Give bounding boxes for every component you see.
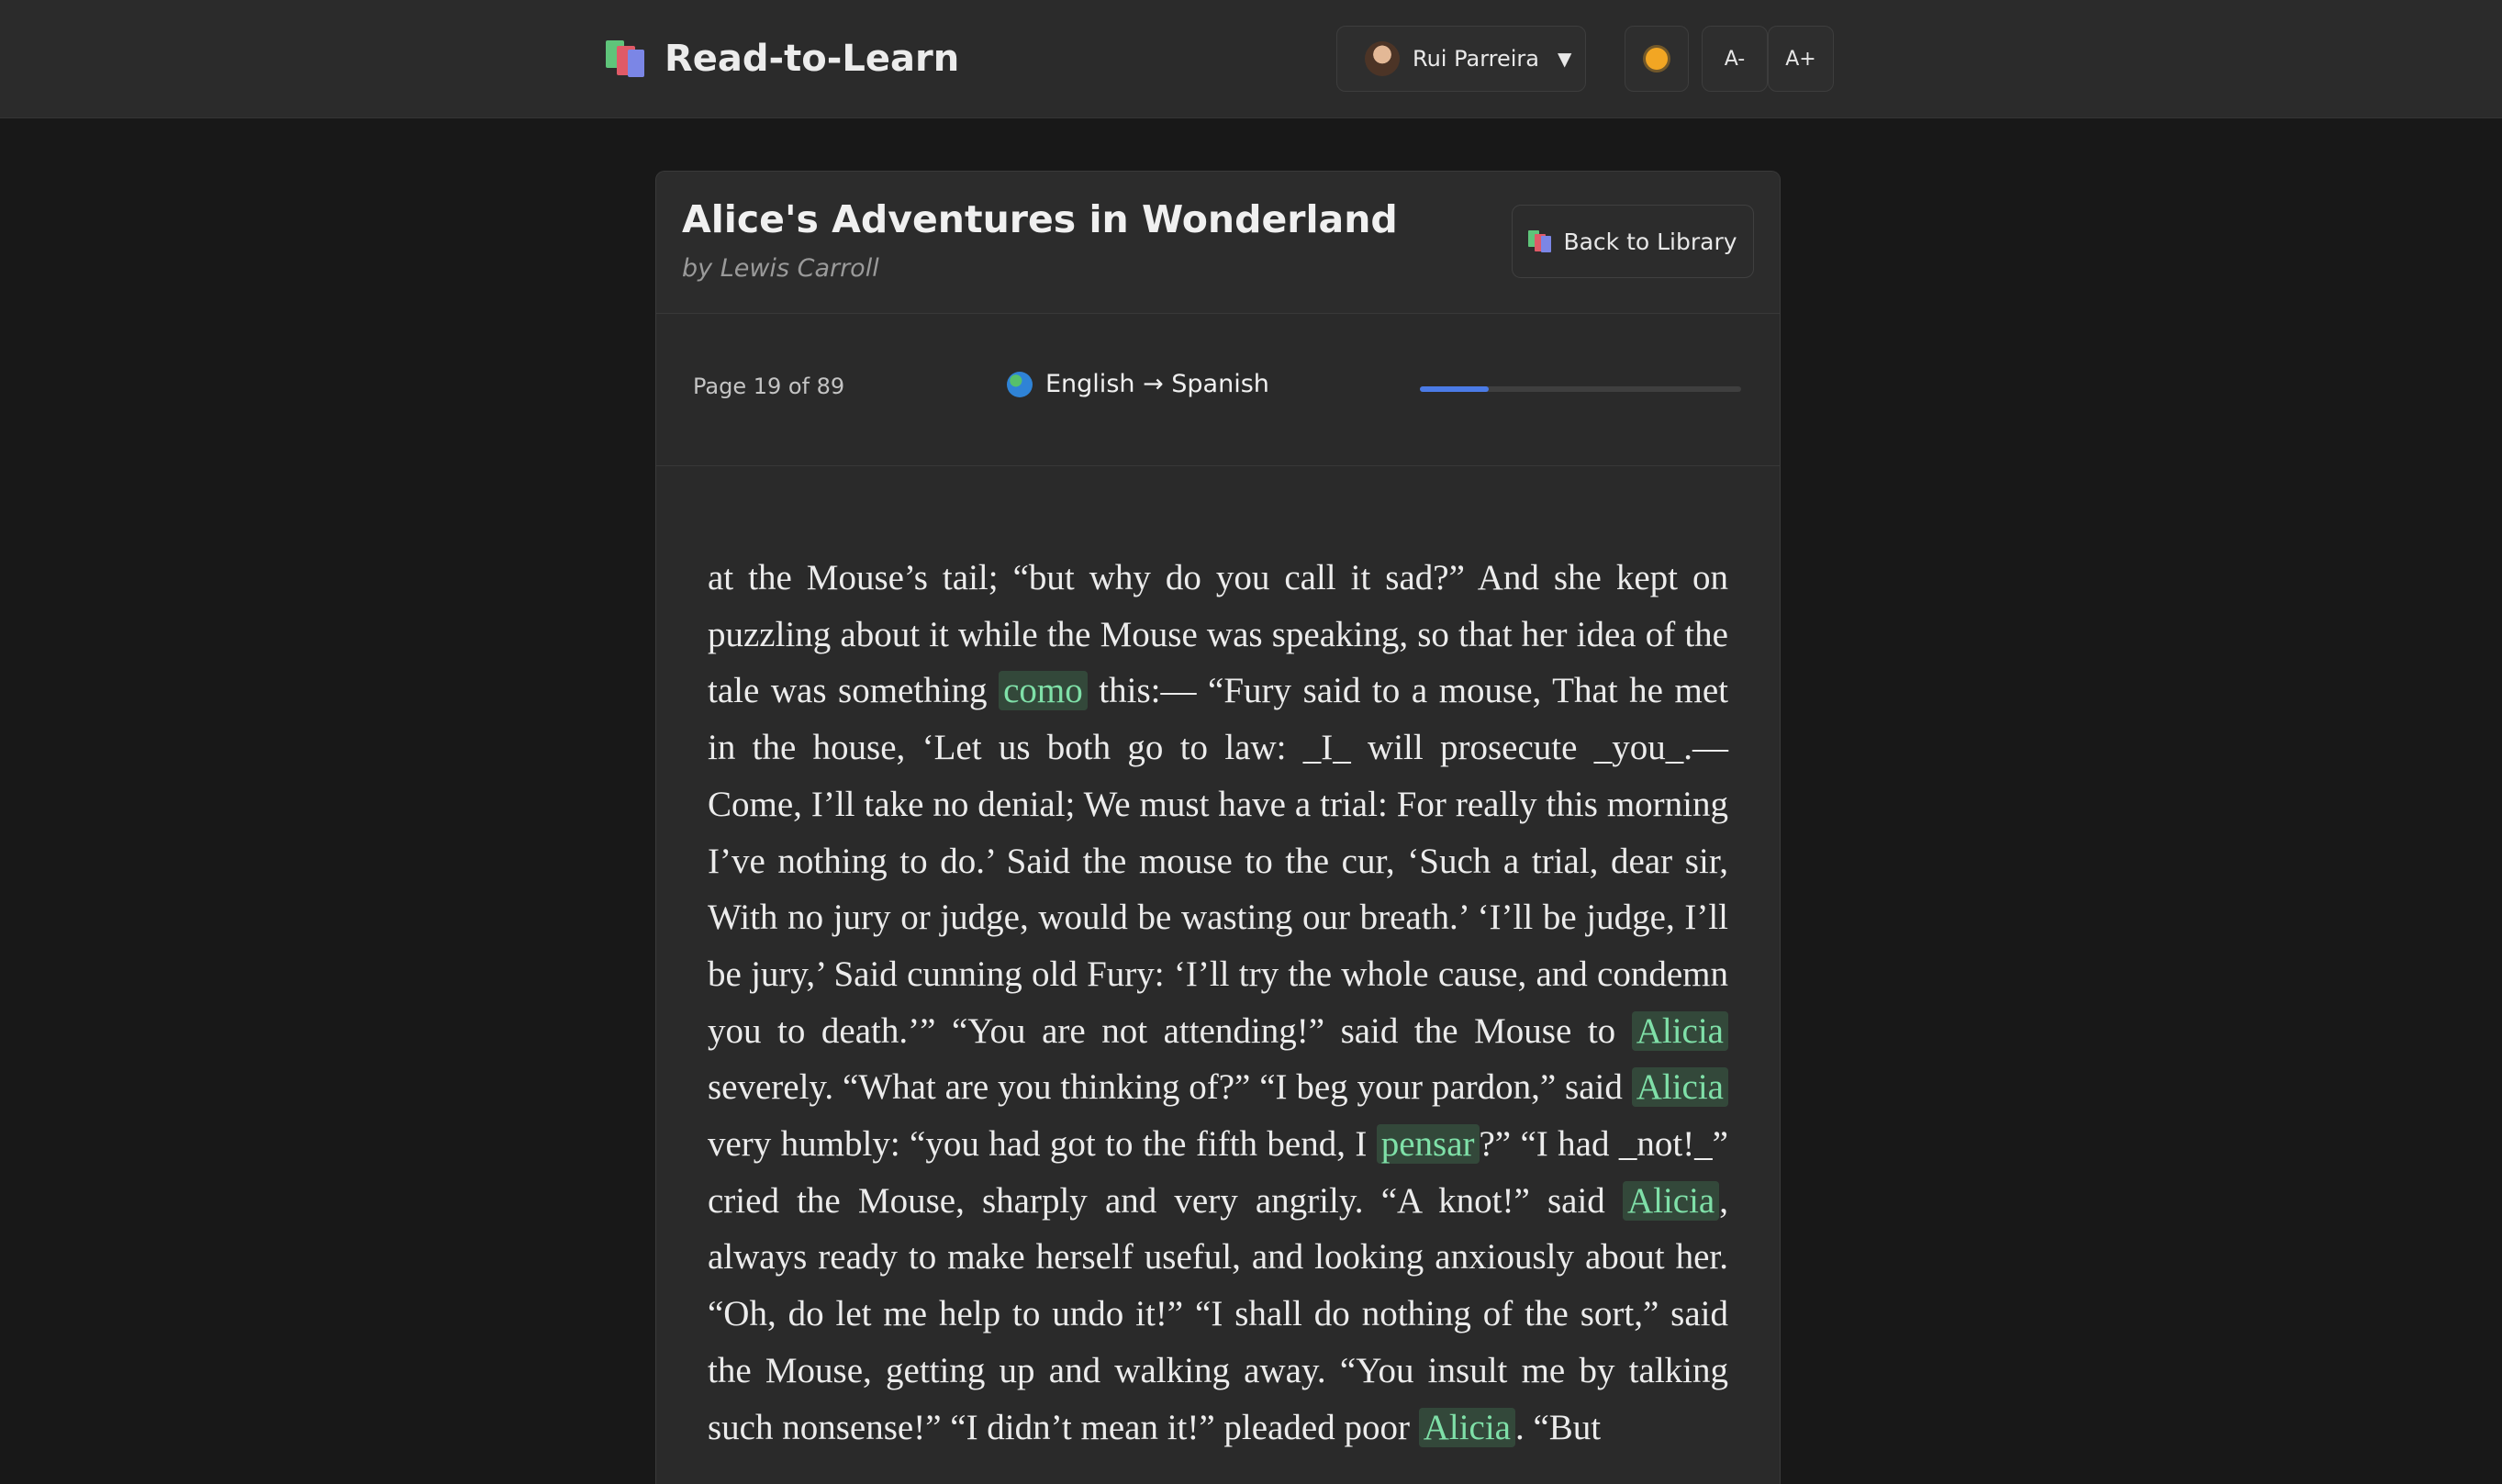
globe-icon xyxy=(1007,371,1033,397)
reader-card: Alice's Adventures in Wonderland by Lewi… xyxy=(655,171,1781,1484)
caret-down-icon: ▼ xyxy=(1558,48,1572,70)
book-header: Alice's Adventures in Wonderland by Lewi… xyxy=(656,172,1780,314)
translated-word[interactable]: pensar xyxy=(1376,1124,1480,1165)
reading-progress-fill xyxy=(1420,386,1489,392)
page-indicator: Page 19 of 89 xyxy=(693,374,845,399)
sun-icon xyxy=(1646,48,1668,70)
app-title: Read-to-Learn xyxy=(665,38,960,80)
books-icon xyxy=(606,40,646,77)
translated-word[interactable]: como xyxy=(999,671,1088,711)
back-to-library-label: Back to Library xyxy=(1563,228,1737,255)
translated-word[interactable]: Alicia xyxy=(1631,1067,1728,1108)
brand[interactable]: Read-to-Learn xyxy=(606,31,959,86)
theme-toggle-button[interactable] xyxy=(1625,26,1689,92)
translated-word[interactable]: Alicia xyxy=(1631,1010,1728,1051)
reading-progress-bar xyxy=(1420,386,1741,392)
avatar xyxy=(1365,41,1400,76)
translated-word[interactable]: Alicia xyxy=(1418,1407,1515,1447)
reading-passage: at the Mouse’s tail; “but why do you cal… xyxy=(708,550,1728,1456)
book-author: by Lewis Carroll xyxy=(682,254,879,283)
passage-text: very humbly: “you had got to the fifth b… xyxy=(708,1124,1377,1165)
font-decrease-button[interactable]: A- xyxy=(1702,26,1768,92)
passage-text: this:— “Fury said to a mouse, That he me… xyxy=(708,671,1728,1051)
translated-word[interactable]: Alicia xyxy=(1622,1180,1720,1221)
back-to-library-button[interactable]: Back to Library xyxy=(1512,205,1754,278)
passage-text: severely. “What are you think­ing of?” “… xyxy=(708,1067,1632,1108)
passage-text: . “But xyxy=(1514,1407,1602,1447)
book-title: Alice's Adventures in Wonderland xyxy=(682,197,1398,241)
books-icon xyxy=(1528,230,1552,252)
language-pair-label: English → Spanish xyxy=(1045,370,1269,398)
language-pair[interactable]: English → Spanish xyxy=(1007,370,1269,398)
reading-info-bar: Page 19 of 89 English → Spanish xyxy=(656,313,1780,466)
top-bar: Read-to-Learn Rui Parreira ▼ A- A+ xyxy=(0,0,2502,118)
user-name: Rui Parreira xyxy=(1413,46,1539,72)
font-increase-button[interactable]: A+ xyxy=(1768,26,1834,92)
user-menu-button[interactable]: Rui Parreira ▼ xyxy=(1336,26,1586,92)
